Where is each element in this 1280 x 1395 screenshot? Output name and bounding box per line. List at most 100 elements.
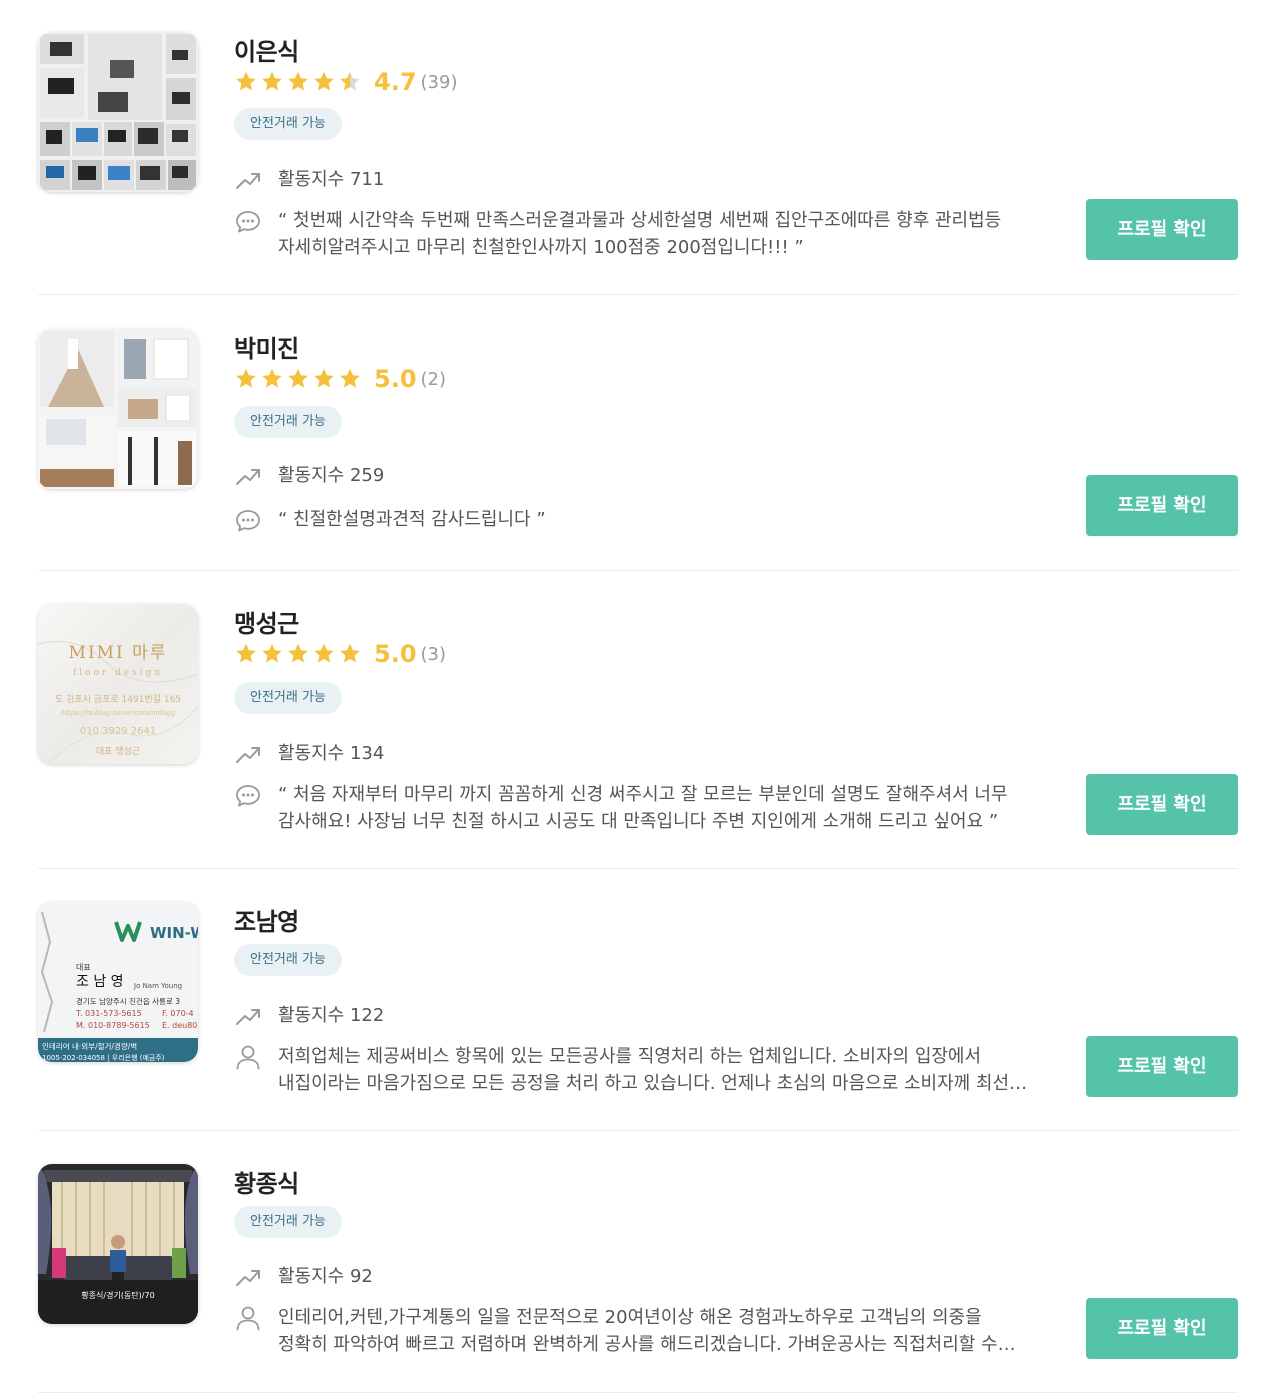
star-icon (236, 643, 256, 663)
activity-row: 활동지수 259 (234, 462, 384, 490)
star-icon (340, 643, 360, 663)
card-sub: floor design (73, 668, 163, 678)
card-phone: 010 3929 2641 (80, 726, 156, 737)
safe-trade-badge: 안전거래 가능 (234, 108, 342, 140)
review-row: “ 친절한설명과견적 감사드립니다 ” (234, 506, 1028, 534)
star-icon (340, 71, 360, 91)
star-icon (314, 643, 334, 663)
rating: 5.0 (2) (234, 365, 446, 393)
star-icon (288, 368, 308, 388)
star-icon (262, 71, 282, 91)
card-fax: F. 070-4 (162, 1009, 194, 1018)
activity-score: 활동지수 122 (278, 1005, 385, 1026)
intro-row: 인테리어,커텐,가구계통의 일을 전문적으로 20여년이상 해온 경험과노하우로… (234, 1304, 1028, 1358)
interior-collage-image (38, 329, 198, 489)
safe-trade-badge: 안전거래 가능 (234, 944, 342, 976)
rating-score: 4.7 (374, 68, 417, 96)
expert-name[interactable]: 조남영 (234, 902, 299, 937)
card-person: 조 남 영 (76, 974, 124, 990)
expert-thumbnail[interactable]: 황종식/경기(동탄)/70 (38, 1164, 198, 1324)
speech-bubble-icon (234, 781, 266, 809)
star-icon (288, 71, 308, 91)
review-text: “ 처음 자재부터 마무리 까지 꼼꼼하게 신경 써주시고 잘 모르는 부분인데… (278, 784, 1008, 832)
card-account: 1005-202-034058 | 우리은행 (예금주) (42, 1053, 165, 1062)
review-row: “ 처음 자재부터 마무리 까지 꼼꼼하게 신경 써주시고 잘 모르는 부분인데… (234, 781, 1028, 835)
expert-thumbnail[interactable]: MIMI 마루 floor design 도 김포시 금포로 1491번길 16… (38, 604, 198, 764)
expert-thumbnail[interactable]: WIN-W 대표 조 남 영 Jo Nam Young 경기도 남양주시 진건읍… (38, 902, 198, 1062)
activity-score: 활동지수 134 (278, 743, 385, 764)
card-title: 대표 (76, 963, 91, 972)
card-email: E. deu80 (162, 1021, 197, 1030)
star-icon (236, 368, 256, 388)
expert-card: WIN-W 대표 조 남 영 Jo Nam Young 경기도 남양주시 진건읍… (38, 902, 1238, 1131)
card-mobile: M. 010-8789-5615 (76, 1021, 150, 1030)
expert-name[interactable]: 황종식 (234, 1164, 299, 1199)
card-address: 경기도 남양주시 진건읍 사릉로 3 (76, 996, 180, 1006)
expert-name[interactable]: 맹성근 (234, 604, 299, 639)
expert-name[interactable]: 이은식 (234, 32, 299, 67)
rating: 4.7 (39) (234, 68, 457, 96)
person-icon (234, 1304, 266, 1332)
card-address: 도 김포시 금포로 1491번길 165 (55, 693, 181, 705)
review-count: (2) (420, 368, 447, 390)
installation-collage-image (38, 32, 198, 192)
review-count: (39) (420, 71, 458, 93)
star-icon (262, 643, 282, 663)
business-card-image: WIN-W 대표 조 남 영 Jo Nam Young 경기도 남양주시 진건읍… (38, 902, 198, 1062)
review-text: “ 친절한설명과견적 감사드립니다 ” (278, 509, 546, 530)
intro-text: 저희업체는 제공써비스 항목에 있는 모든공사를 직영처리 하는 업체입니다. … (278, 1046, 1026, 1094)
marble-card-image: MIMI 마루 floor design 도 김포시 금포로 1491번길 16… (38, 604, 198, 764)
star-icon (236, 71, 256, 91)
review-row: “ 첫번째 시간약속 두번째 만족스러운결과물과 상세한설명 세번째 집안구조에… (234, 207, 1028, 261)
expert-thumbnail[interactable] (38, 329, 198, 489)
speech-bubble-icon (234, 506, 266, 534)
card-brand: MIMI 마루 (69, 643, 168, 663)
activity-score: 활동지수 259 (278, 465, 385, 486)
card-url: https://m.blog.naver.com/milogg (61, 709, 176, 717)
activity-score: 활동지수 711 (278, 169, 385, 190)
card-brand: WIN-W (150, 924, 198, 942)
expert-card: 박미진 5.0 (2) 안전거래 가능 활동지수 259 “ 친절한설명과견적 … (38, 329, 1238, 571)
expert-name[interactable]: 박미진 (234, 329, 299, 364)
activity-row: 활동지수 134 (234, 740, 384, 768)
expert-card: MIMI 마루 floor design 도 김포시 금포로 1491번길 16… (38, 604, 1238, 869)
card-tel: T. 031-573-5615 (75, 1009, 142, 1018)
review-text: “ 첫번째 시간약속 두번째 만족스러운결과물과 상세한설명 세번째 집안구조에… (278, 210, 1002, 258)
intro-text: 인테리어,커텐,가구계통의 일을 전문적으로 20여년이상 해온 경험과노하우로… (278, 1307, 998, 1355)
view-profile-button[interactable]: 프로필 확인 (1086, 1298, 1238, 1359)
view-profile-button[interactable]: 프로필 확인 (1086, 774, 1238, 835)
star-rating (234, 70, 362, 94)
view-profile-button[interactable]: 프로필 확인 (1086, 199, 1238, 260)
rating-score: 5.0 (374, 365, 417, 393)
card-rep: 대표 맹성근 (96, 746, 140, 757)
rating-score: 5.0 (374, 640, 417, 668)
trend-up-icon (234, 1002, 266, 1030)
card-services: 인테리어 내·외부/철거/경량/벽 (42, 1041, 137, 1051)
trend-up-icon (234, 462, 266, 490)
trend-up-icon (234, 740, 266, 768)
safe-trade-badge: 안전거래 가능 (234, 406, 342, 438)
expert-thumbnail[interactable] (38, 32, 198, 192)
star-rating (234, 642, 362, 666)
trend-up-icon (234, 166, 266, 194)
star-icon (340, 368, 360, 388)
card-person-en: Jo Nam Young (133, 982, 182, 990)
star-icon (314, 71, 334, 91)
view-profile-button[interactable]: 프로필 확인 (1086, 475, 1238, 536)
activity-row: 활동지수 711 (234, 166, 384, 194)
activity-row: 활동지수 122 (234, 1002, 384, 1030)
star-icon (314, 368, 334, 388)
speech-bubble-icon (234, 207, 266, 235)
view-profile-button[interactable]: 프로필 확인 (1086, 1036, 1238, 1097)
safe-trade-badge: 안전거래 가능 (234, 682, 342, 714)
activity-row: 활동지수 92 (234, 1263, 373, 1291)
review-count: (3) (420, 643, 447, 665)
star-icon (288, 643, 308, 663)
star-rating (234, 367, 362, 391)
showroom-photo-image: 황종식/경기(동탄)/70 (38, 1164, 198, 1324)
activity-score: 활동지수 92 (278, 1266, 373, 1287)
trend-up-icon (234, 1263, 266, 1291)
person-icon (234, 1043, 266, 1071)
rating: 5.0 (3) (234, 640, 446, 668)
star-icon (262, 368, 282, 388)
